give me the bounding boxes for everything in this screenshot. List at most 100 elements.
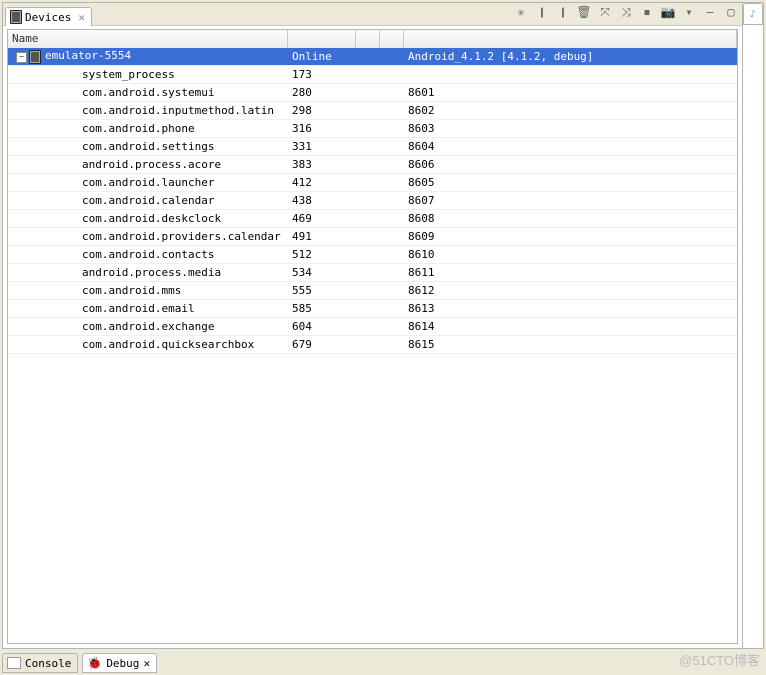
tab-label: Console	[25, 657, 71, 670]
capture-icon[interactable]: 📷	[661, 5, 675, 19]
device-icon	[29, 50, 41, 64]
cell-pid: 604	[288, 320, 356, 333]
bottom-tab-bar: Console 🐞 Debug ✕	[2, 653, 157, 673]
cell-port: 8607	[404, 194, 737, 207]
table-row[interactable]: com.android.phone3168603	[8, 120, 737, 138]
table-row[interactable]: com.android.deskclock469 8608	[8, 210, 737, 228]
tab-label: Debug	[106, 657, 139, 670]
tab-label: Devices	[25, 11, 71, 24]
cell-name: com.android.calendar	[8, 194, 288, 207]
cell-pid: 383	[288, 158, 356, 171]
cell-pid: 512	[288, 248, 356, 261]
table-row[interactable]: com.android.mms555 8612	[8, 282, 737, 300]
cell-pid: 469	[288, 212, 356, 225]
cell-name: com.android.exchange	[8, 320, 288, 333]
cell-detail: Android_4.1.2 [4.1.2, debug]	[404, 50, 737, 63]
side-tab-icon[interactable]: ♪	[743, 3, 763, 25]
table-row[interactable]: system_process173	[8, 66, 737, 84]
dump-icon[interactable]: 🗑	[577, 5, 591, 19]
col-detail[interactable]	[404, 30, 737, 48]
table-row[interactable]: com.android.email585 8613	[8, 300, 737, 318]
cell-name: android.process.media	[8, 266, 288, 279]
menu-icon[interactable]: ▾	[682, 5, 696, 19]
maximize-icon[interactable]: ▢	[724, 5, 738, 19]
col-blank2[interactable]	[380, 30, 404, 48]
stop-icon[interactable]: ⏹	[640, 5, 654, 19]
thread-icon[interactable]: ⤧	[598, 5, 612, 19]
tab-bar: Devices ✕ ✳ ❙ ❙ 🗑 ⤧ ⤨ ⏹ 📷 ▾ — ▢	[3, 3, 742, 26]
cell-name: com.android.deskclock	[8, 212, 288, 225]
cell-pid: 534	[288, 266, 356, 279]
cell-pid: 491	[288, 230, 356, 243]
cell-name: com.android.providers.calendar	[8, 230, 288, 243]
cell-port: 8611	[404, 266, 737, 279]
method-icon[interactable]: ⤨	[619, 5, 633, 19]
table-row-device[interactable]: −emulator-5554Online Android_4.1.2 [4.1.2…	[8, 48, 737, 66]
cell-port: 8602	[404, 104, 737, 117]
cell-name: com.android.inputmethod.latin	[8, 104, 288, 117]
table-row[interactable]: android.process.acore383 8606	[8, 156, 737, 174]
cell-port: 8603	[404, 122, 737, 135]
cell-name: com.android.mms	[8, 284, 288, 297]
side-pane: ♪	[742, 2, 764, 649]
watermark: @51CTO博客	[679, 650, 760, 669]
col-blank1[interactable]	[356, 30, 380, 48]
cell-port: 8609	[404, 230, 737, 243]
cell-name: android.process.acore	[8, 158, 288, 171]
cell-pid: 555	[288, 284, 356, 297]
col-status[interactable]	[288, 30, 356, 48]
cell-pid: 280	[288, 86, 356, 99]
tab-console[interactable]: Console	[2, 653, 78, 673]
cell-name: system_process	[8, 68, 288, 81]
table-row[interactable]: com.android.launcher4128605	[8, 174, 737, 192]
phone-icon	[10, 10, 22, 24]
cell-name: −emulator-5554	[8, 49, 288, 64]
table-row[interactable]: android.process.media534 8611	[8, 264, 737, 282]
cell-name: com.android.email	[8, 302, 288, 315]
toolbar: ✳ ❙ ❙ 🗑 ⤧ ⤨ ⏹ 📷 ▾ — ▢	[514, 5, 738, 19]
cell-port: 8608	[404, 212, 737, 225]
table-header: Name	[8, 30, 737, 49]
cell-name: com.android.quicksearchbox	[8, 338, 288, 351]
cell-name: com.android.systemui	[8, 86, 288, 99]
update-heap-icon[interactable]: ❙	[556, 5, 570, 19]
collapse-icon[interactable]: −	[16, 52, 27, 63]
cell-pid: 331	[288, 140, 356, 153]
close-icon[interactable]: ✕	[78, 11, 85, 24]
cell-port: 8606	[404, 158, 737, 171]
col-name[interactable]: Name	[8, 30, 288, 48]
devices-pane: Devices ✕ ✳ ❙ ❙ 🗑 ⤧ ⤨ ⏹ 📷 ▾ — ▢ Name −emulator-555…	[2, 2, 743, 649]
console-icon	[7, 657, 21, 669]
cell-pid: 585	[288, 302, 356, 315]
cell-pid: 298	[288, 104, 356, 117]
table-row[interactable]: com.android.systemui280 8601	[8, 84, 737, 102]
tab-devices[interactable]: Devices ✕	[5, 7, 92, 26]
table-row[interactable]: com.android.calendar4388607	[8, 192, 737, 210]
cell-port: 8615	[404, 338, 737, 351]
minimize-icon[interactable]: —	[703, 5, 717, 19]
table-container: Name −emulator-5554Online Android_4.1.2 […	[7, 29, 738, 644]
close-icon[interactable]: ✕	[143, 657, 150, 670]
table-row[interactable]: com.android.quicksearchbox6798615	[8, 336, 737, 354]
table-row[interactable]: com.android.providers.calendar491 8609	[8, 228, 737, 246]
cell-name: com.android.settings	[8, 140, 288, 153]
cell-port: 8612	[404, 284, 737, 297]
cell-port: 8605	[404, 176, 737, 189]
table-row[interactable]: com.android.inputmethod.latin298 8602	[8, 102, 737, 120]
cell-port: 8601	[404, 86, 737, 99]
snapshot-icon[interactable]: ❙	[535, 5, 549, 19]
cell-port: 8604	[404, 140, 737, 153]
cell-port: 8613	[404, 302, 737, 315]
cell-name: com.android.launcher	[8, 176, 288, 189]
debug-icon[interactable]: ✳	[514, 5, 528, 19]
table-row[interactable]: com.android.settings331 8604	[8, 138, 737, 156]
cell-port: 8610	[404, 248, 737, 261]
cell-name: com.android.contacts	[8, 248, 288, 261]
table-body[interactable]: −emulator-5554Online Android_4.1.2 [4.1.2…	[8, 48, 737, 643]
tab-debug[interactable]: 🐞 Debug ✕	[82, 653, 157, 673]
bug-icon: 🐞	[87, 656, 102, 670]
table-row[interactable]: com.android.contacts512 8610	[8, 246, 737, 264]
cell-status: Online	[288, 50, 356, 63]
table-row[interactable]: com.android.exchange6048614	[8, 318, 737, 336]
cell-pid: 316	[288, 122, 356, 135]
